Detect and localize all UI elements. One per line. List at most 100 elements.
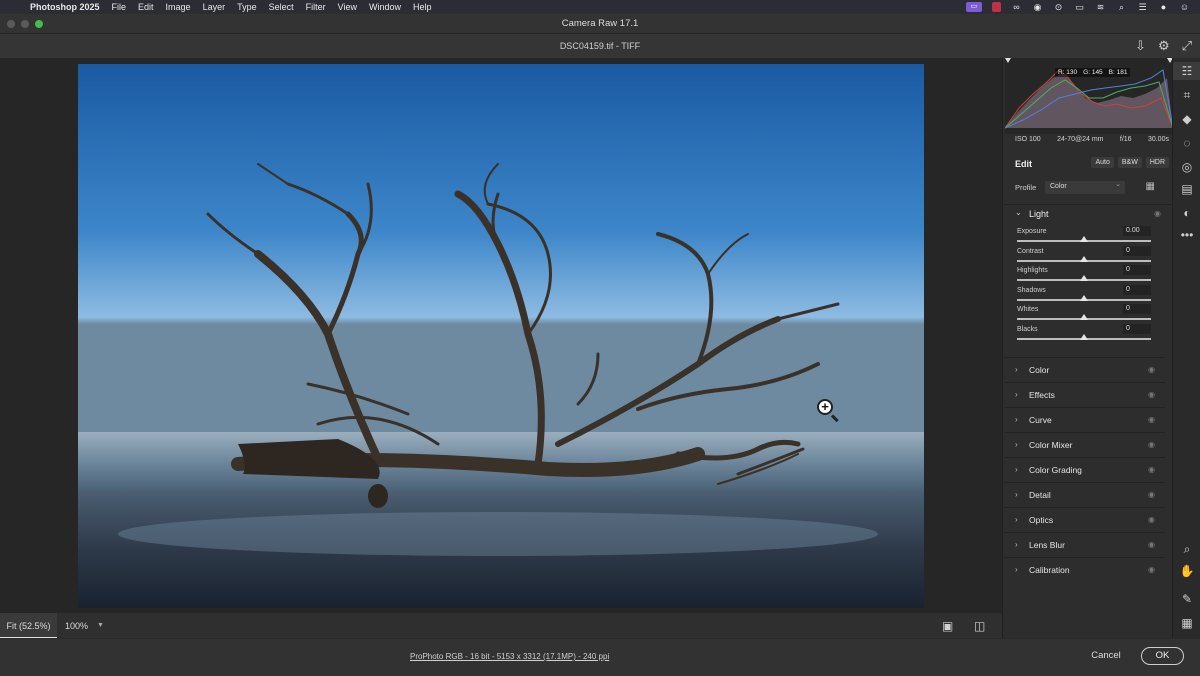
minimize-window-button[interactable] [21, 20, 29, 28]
menu-app-name[interactable]: Photoshop 2025 [30, 2, 108, 12]
app-status-icon[interactable] [992, 2, 1001, 12]
section-calibration[interactable]: › Calibration ◉ [1005, 557, 1165, 581]
slider-value-field[interactable]: 0 [1123, 265, 1151, 275]
cancel-button[interactable]: Cancel [1082, 647, 1130, 665]
light-section-header[interactable]: ⌄ Light ◉ [1005, 204, 1171, 222]
save-image-icon[interactable]: ⇩ [1135, 34, 1146, 58]
settings-gear-icon[interactable]: ⚙ [1158, 34, 1170, 58]
battery-icon[interactable]: ▭ [1074, 2, 1085, 12]
wifi-icon[interactable]: ≋ [1095, 2, 1106, 12]
profile-select[interactable]: Color [1045, 180, 1125, 194]
menu-type[interactable]: Type [237, 2, 265, 12]
ok-button[interactable]: OK [1141, 647, 1184, 665]
slider-value-field[interactable]: 0.00 [1123, 226, 1151, 236]
sliders-icon[interactable]: ☷ [1173, 62, 1200, 80]
visibility-eye-icon[interactable]: ◉ [1148, 465, 1155, 474]
menu-help[interactable]: Help [413, 2, 440, 12]
redeye-icon[interactable]: ◎ [1173, 158, 1200, 176]
zoom-window-button[interactable] [35, 20, 43, 28]
visibility-eye-icon[interactable]: ◉ [1148, 415, 1155, 424]
profile-browser-icon[interactable]: ▦ [1146, 181, 1155, 192]
zoom-100-button[interactable]: 100% [65, 613, 88, 639]
menu-file[interactable]: File [112, 2, 135, 12]
menu-view[interactable]: View [338, 2, 365, 12]
menu-filter[interactable]: Filter [306, 2, 334, 12]
zoom-bar: Fit (52.5%) 100% ▼ ▣ ◫ [0, 612, 1002, 639]
section-curve[interactable]: › Curve ◉ [1005, 407, 1165, 431]
menu-select[interactable]: Select [269, 2, 302, 12]
contrast-slider[interactable]: Contrast 0 [1005, 246, 1171, 266]
zoom-dropdown-icon[interactable]: ▼ [97, 613, 104, 639]
section-optics[interactable]: › Optics ◉ [1005, 507, 1165, 531]
fullscreen-icon[interactable]: ⤢ [1182, 34, 1192, 58]
eraser-icon[interactable]: ◆ [1173, 110, 1200, 128]
photo-preview[interactable]: + [78, 64, 924, 608]
before-after-icon[interactable]: ◫ [974, 620, 985, 632]
slider-thumb[interactable] [1080, 275, 1088, 281]
creative-cloud-icon[interactable]: ∞ [1011, 2, 1022, 12]
visibility-eye-icon[interactable]: ◉ [1148, 540, 1155, 549]
histogram-rgb-readout: R: 130 G: 145 B: 181 [1055, 68, 1131, 77]
workflow-options-link[interactable]: ProPhoto RGB - 16 bit - 5153 x 3312 (17.… [410, 652, 609, 661]
search-icon[interactable]: ⌕ [1116, 2, 1127, 12]
siri-icon[interactable]: ● [1158, 2, 1169, 12]
user-icon[interactable]: ☺ [1179, 2, 1190, 12]
menu-layer[interactable]: Layer [203, 2, 234, 12]
hand-icon[interactable]: ✋ [1173, 562, 1200, 580]
auto-button[interactable]: Auto [1091, 157, 1114, 168]
menu-edit[interactable]: Edit [138, 2, 162, 12]
screen-record-icon[interactable]: ▭ [966, 2, 982, 12]
bw-button[interactable]: B&W [1117, 157, 1142, 168]
snapshots-icon[interactable]: ◐ [1173, 204, 1200, 222]
image-canvas[interactable]: + [0, 58, 1002, 612]
grid-icon[interactable]: ▦ [1173, 614, 1200, 632]
visibility-eye-icon[interactable]: ◉ [1148, 365, 1155, 374]
close-window-button[interactable] [7, 20, 15, 28]
profile-row: Profile Color ▦ [1005, 180, 1173, 196]
menu-image[interactable]: Image [166, 2, 199, 12]
exposure-slider[interactable]: Exposure 0.00 [1005, 226, 1171, 246]
edit-title: Edit [1015, 159, 1032, 169]
section-effects[interactable]: › Effects ◉ [1005, 382, 1165, 406]
masking-icon[interactable]: ◌ [1173, 134, 1200, 152]
highlights-slider[interactable]: Highlights 0 [1005, 265, 1171, 285]
more-icon[interactable]: ••• [1173, 226, 1200, 244]
extension-icon[interactable]: ◉ [1032, 2, 1043, 12]
section-detail[interactable]: › Detail ◉ [1005, 482, 1165, 506]
slider-value-field[interactable]: 0 [1123, 304, 1151, 314]
slider-value-field[interactable]: 0 [1123, 285, 1151, 295]
blacks-slider[interactable]: Blacks 0 [1005, 324, 1171, 344]
crop-icon[interactable]: ⌗ [1173, 86, 1200, 104]
slider-value-field[interactable]: 0 [1123, 324, 1151, 334]
visibility-eye-icon[interactable]: ◉ [1148, 565, 1155, 574]
section-color-mixer[interactable]: › Color Mixer ◉ [1005, 432, 1165, 456]
visibility-eye-icon[interactable]: ◉ [1148, 515, 1155, 524]
chevron-right-icon: › [1015, 440, 1018, 449]
zoom-fit-button[interactable]: Fit (52.5%) [0, 613, 57, 639]
menu-window[interactable]: Window [369, 2, 409, 12]
section-lens-blur[interactable]: › Lens Blur ◉ [1005, 532, 1165, 556]
shadows-slider[interactable]: Shadows 0 [1005, 285, 1171, 305]
slider-thumb[interactable] [1080, 256, 1088, 262]
visibility-eye-icon[interactable]: ◉ [1148, 490, 1155, 499]
menu-bar: Photoshop 2025 File Edit Image Layer Typ… [0, 0, 1200, 14]
slider-thumb[interactable] [1080, 314, 1088, 320]
play-icon[interactable]: ⊙ [1053, 2, 1064, 12]
exif-aperture: f/16 [1119, 136, 1132, 143]
view-mode-icon[interactable]: ▣ [942, 620, 953, 632]
color-sampler-icon[interactable]: ✎ [1173, 590, 1200, 608]
section-color[interactable]: › Color ◉ [1005, 357, 1165, 381]
section-color-grading[interactable]: › Color Grading ◉ [1005, 457, 1165, 481]
slider-value-field[interactable]: 0 [1123, 246, 1151, 256]
slider-thumb[interactable] [1080, 295, 1088, 301]
zoom-icon[interactable]: ⌕ [1173, 540, 1200, 558]
control-center-icon[interactable]: ☰ [1137, 2, 1148, 12]
presets-icon[interactable]: ▤ [1173, 180, 1200, 198]
slider-thumb[interactable] [1080, 334, 1088, 340]
visibility-eye-icon[interactable]: ◉ [1148, 390, 1155, 399]
slider-thumb[interactable] [1080, 236, 1088, 242]
hdr-button[interactable]: HDR [1145, 157, 1169, 168]
whites-slider[interactable]: Whites 0 [1005, 304, 1171, 324]
visibility-eye-icon[interactable]: ◉ [1154, 209, 1161, 218]
visibility-eye-icon[interactable]: ◉ [1148, 440, 1155, 449]
